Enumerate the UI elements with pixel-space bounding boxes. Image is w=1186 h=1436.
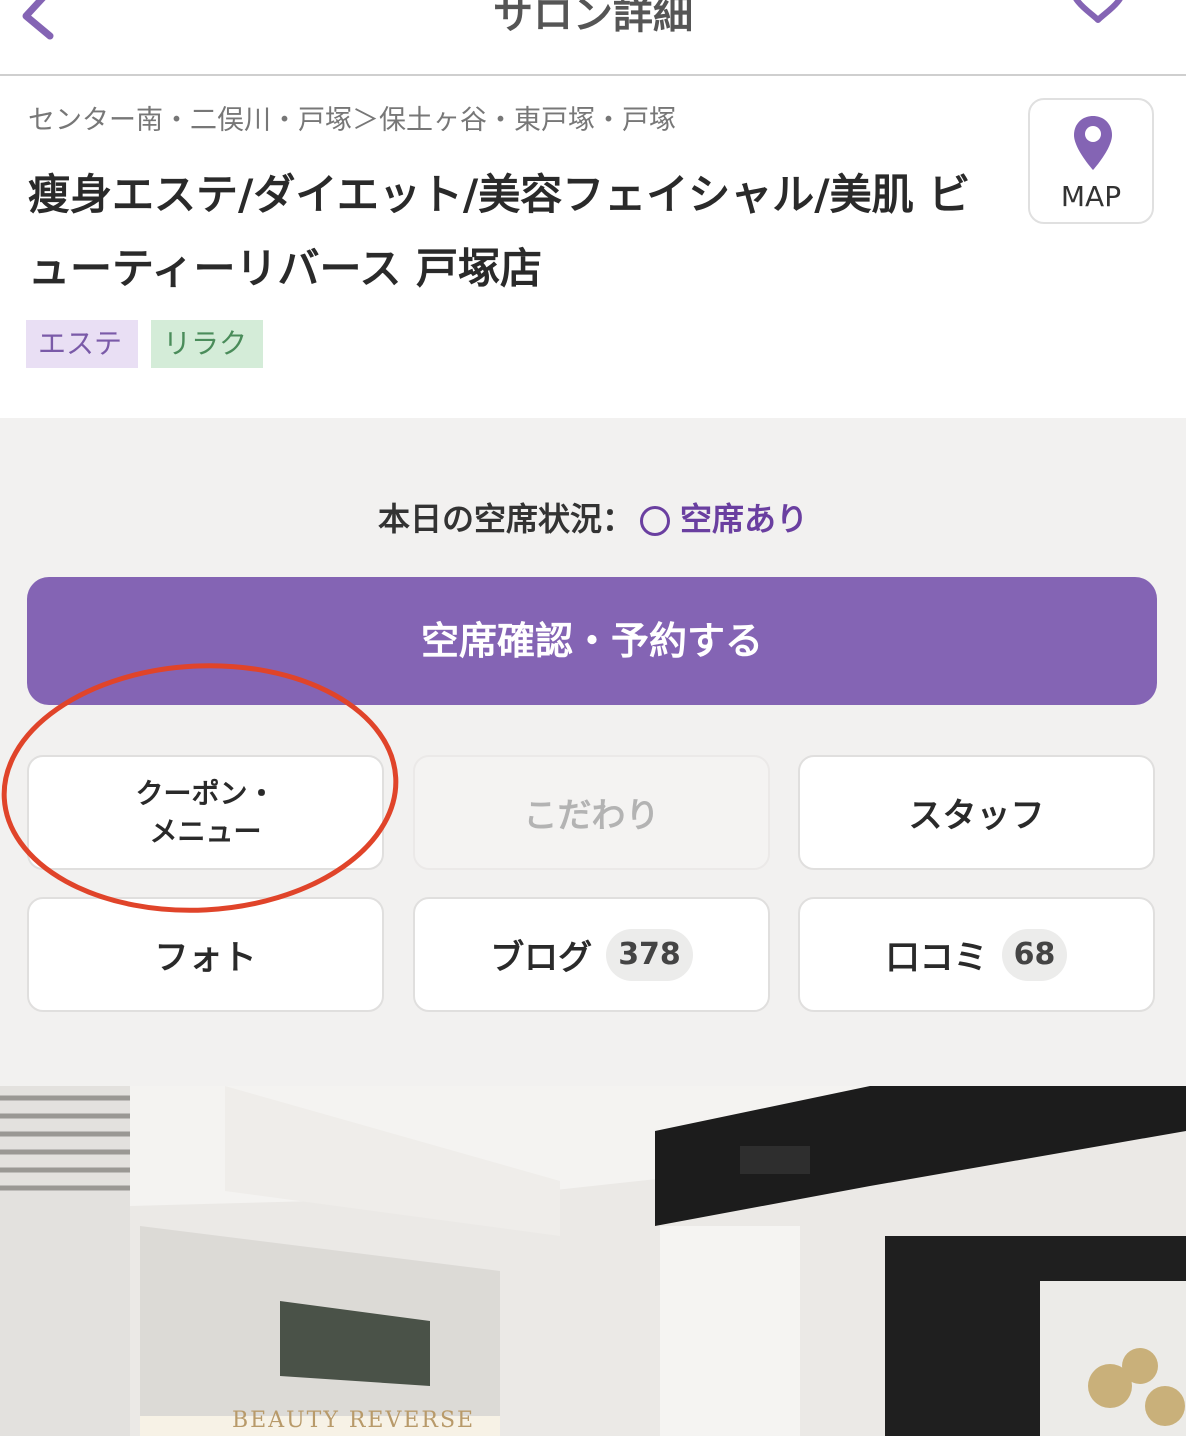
action-area: 本日の空席状況： 空席あり 空席確認・予約する クーポン・ メニュー こだわり ス… [0,418,1186,1086]
staff-label: スタッフ [908,796,1045,836]
coupon-label-line2: メニュー [149,814,262,848]
favorite-button[interactable] [1066,0,1130,42]
coupon-menu-button[interactable]: クーポン・ メニュー [27,755,384,870]
available-circle-icon [640,506,670,536]
breadcrumb: センター南・二俣川・戸塚＞保土ヶ谷・東戸塚・戸塚 [28,105,676,136]
blog-count-badge: 378 [606,928,693,981]
map-button[interactable]: MAP [1028,98,1154,224]
kodawari-label: こだわり [523,796,660,836]
reserve-button[interactable]: 空席確認・予約する [27,577,1157,705]
photo-sign-text: BEAUTY REVERSE [232,1408,476,1433]
blog-label: ブログ [490,938,593,978]
review-label: 口コミ [885,938,988,978]
availability-value: 空席あり [680,500,809,538]
blog-button[interactable]: ブログ 378 [413,897,770,1012]
salon-name: 瘦身エステ/ダイエット/美容フェイシャル/美肌 ビューティーリバース 戸塚店 [28,170,971,293]
coupon-label-line1: クーポン・ [135,776,276,810]
heart-pin-icon [1073,0,1123,23]
tag-este: エステ [26,320,138,368]
salon-photo: BEAUTY REVERSE [0,1086,1186,1436]
tag-relax: リラク [151,320,263,368]
kodawari-button[interactable]: こだわり [413,755,770,870]
map-pin-icon [1074,116,1112,170]
salon-info: センター南・二俣川・戸塚＞保土ヶ谷・東戸塚・戸塚 瘦身エステ/ダイエット/美容フ… [0,76,1186,418]
app-header: サロン詳細 [0,0,1186,76]
review-count-badge: 68 [1001,928,1068,981]
staff-button[interactable]: スタッフ [798,755,1155,870]
map-label: MAP [1060,180,1122,213]
photo-label: フォト [154,938,257,978]
review-button[interactable]: 口コミ 68 [798,897,1155,1012]
availability-label: 本日の空席状況： [377,500,634,538]
availability-status: 本日の空席状況： 空席あり [0,494,1186,540]
page-title: サロン詳細 [493,0,693,38]
photo-button[interactable]: フォト [27,897,384,1012]
salon-interior-image [0,1086,1186,1436]
